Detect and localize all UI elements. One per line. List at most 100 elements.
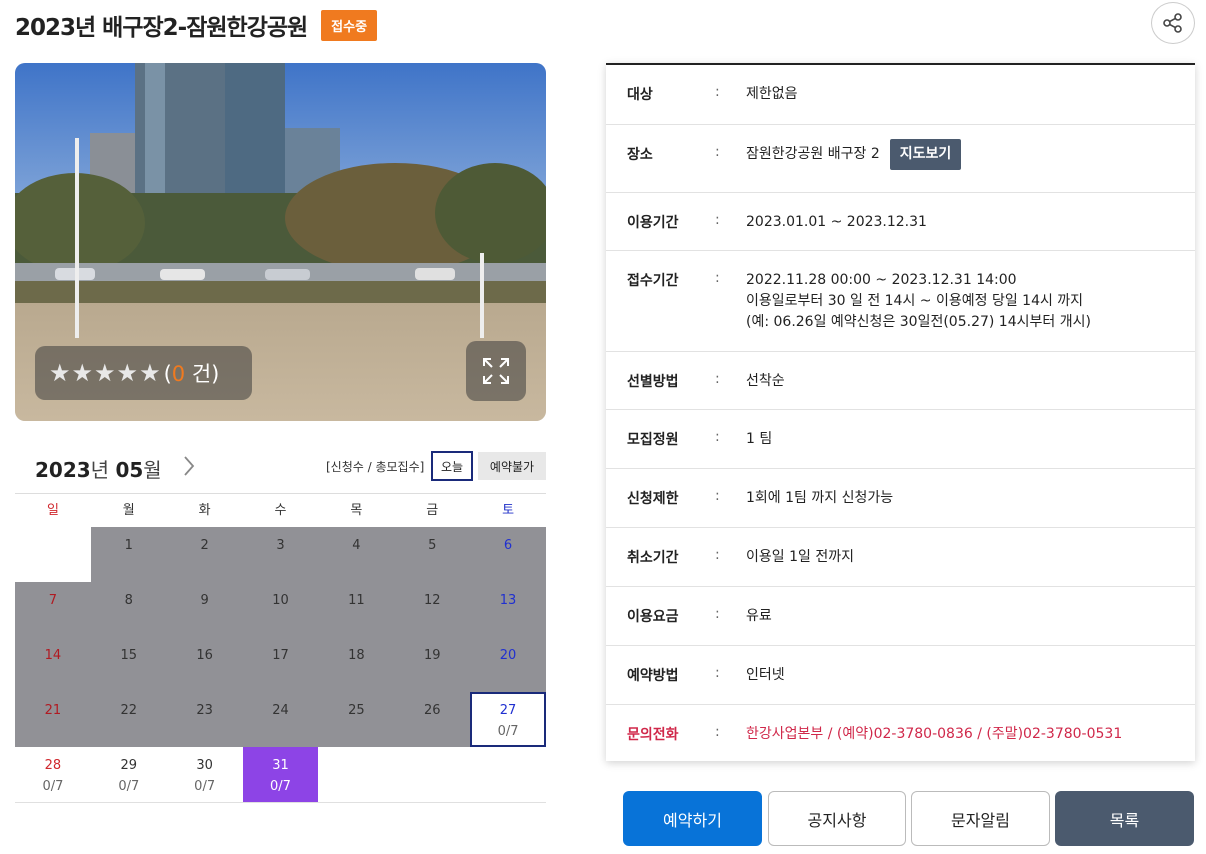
day-number: 10 xyxy=(272,593,289,608)
star-icon: ★ xyxy=(71,359,94,387)
info-value: 인터넷 xyxy=(746,665,785,686)
calendar-week: 7 8 9 10 11 12 13 xyxy=(15,582,546,637)
day-number: 26 xyxy=(423,703,441,718)
calendar-empty-cell xyxy=(15,527,91,582)
calendar-week: 14 15 16 17 18 19 20 xyxy=(15,637,546,692)
calendar-day: 23 xyxy=(166,692,243,747)
calendar-day: 16 xyxy=(166,637,243,692)
calendar-empty-cell xyxy=(318,747,394,802)
info-label: 신청제한 xyxy=(627,491,679,507)
day-number: 16 xyxy=(196,648,213,663)
info-value: 잠원한강공원 배구장 2 지도보기 xyxy=(746,139,962,170)
weekday-label: 목 xyxy=(350,503,363,518)
day-number: 20 xyxy=(499,648,517,663)
rating-count-suffix: 건) xyxy=(185,362,220,386)
day-number: 24 xyxy=(272,703,289,718)
calendar-year-unit: 년 xyxy=(90,458,110,482)
sms-alert-button[interactable]: 문자알림 xyxy=(911,791,1050,846)
info-value-line: 인터넷 xyxy=(746,667,785,683)
info-value: 이용일 1일 전까지 xyxy=(746,547,854,568)
notice-button[interactable]: 공지사항 xyxy=(768,791,906,846)
day-count: 0/7 xyxy=(497,724,519,739)
info-colon: : xyxy=(715,429,720,445)
weekday-label: 금 xyxy=(426,503,439,518)
day-number: 3 xyxy=(276,538,285,553)
info-row: 신청제한: 1회에 1팀 까지 신청가능 xyxy=(606,469,1195,528)
info-label: 취소기간 xyxy=(627,550,679,566)
day-number: 7 xyxy=(48,593,58,608)
reserve-button[interactable]: 예약하기 xyxy=(623,791,762,846)
rating-count-number: 0 xyxy=(171,362,186,386)
info-colon: : xyxy=(715,665,720,681)
calendar-day[interactable]: 29 0/7 xyxy=(91,747,167,802)
map-view-button[interactable]: 지도보기 xyxy=(889,139,962,170)
info-value-line: 잠원한강공원 배구장 2 xyxy=(746,146,880,162)
info-value-line: 1 팀 xyxy=(746,431,773,447)
day-number: 27 xyxy=(499,703,517,718)
info-colon: : xyxy=(715,724,720,740)
info-row: 예약방법: 인터넷 xyxy=(606,646,1195,705)
calendar-day: 2 xyxy=(166,527,243,582)
day-number: 28 xyxy=(44,758,62,773)
info-row: 선별방법: 선착순 xyxy=(606,352,1195,410)
calendar-month-unit: 월 xyxy=(143,458,162,482)
day-number: 18 xyxy=(348,648,365,663)
info-colon: : xyxy=(715,84,720,100)
weekday-label: 토 xyxy=(502,503,515,518)
weekday-label: 월 xyxy=(122,503,135,518)
info-colon: : xyxy=(715,547,720,563)
day-number: 17 xyxy=(272,648,289,663)
calendar-day: 11 xyxy=(318,582,395,637)
day-number: 31 xyxy=(272,758,289,773)
calendar-empty-cell xyxy=(394,747,470,802)
calendar-day: 20 xyxy=(470,637,546,692)
expand-button[interactable] xyxy=(466,341,526,401)
calendar-day: 17 xyxy=(242,637,319,692)
calendar-day[interactable]: 28 0/7 xyxy=(15,747,91,802)
day-count: 0/7 xyxy=(42,779,64,794)
share-button[interactable] xyxy=(1151,2,1195,44)
page-title: 2023년 배구장2-잠원한강공원 xyxy=(15,15,308,41)
weekday-label: 일 xyxy=(46,503,59,518)
info-label: 모집정원 xyxy=(627,432,679,448)
info-value: 1 팀 xyxy=(746,429,772,450)
next-month-button[interactable] xyxy=(178,453,200,479)
info-value: 제한없음 xyxy=(746,84,798,105)
calendar-day: 9 xyxy=(166,582,243,637)
info-colon: : xyxy=(715,212,720,228)
day-number: 23 xyxy=(196,703,213,718)
info-row: 이용기간: 2023.01.01 ~ 2023.12.31 xyxy=(606,193,1195,251)
calendar-day[interactable]: 27 0/7 xyxy=(470,692,546,747)
list-button[interactable]: 목록 xyxy=(1055,791,1194,846)
calendar-day: 7 xyxy=(15,582,91,637)
calendar-day: 14 xyxy=(15,637,91,692)
day-number: 8 xyxy=(124,593,133,608)
day-number: 11 xyxy=(348,593,365,608)
calendar-day[interactable]: 31 0/7 xyxy=(242,747,319,802)
day-number: 15 xyxy=(120,648,138,663)
info-label: 예약방법 xyxy=(627,668,679,684)
calendar-day: 13 xyxy=(470,582,546,637)
calendar-day: 5 xyxy=(394,527,471,582)
info-label: 선별방법 xyxy=(627,374,679,390)
calendar-day: 4 xyxy=(318,527,395,582)
info-colon: : xyxy=(715,371,720,387)
rating-count-prefix: ( xyxy=(163,362,172,386)
info-value-line: 1회에 1팀 까지 신청가능 xyxy=(746,490,894,506)
calendar-day: 21 xyxy=(15,692,91,747)
info-row: 문의전화: 한강사업본부 / (예약)02-3780-0836 / (주말)02-… xyxy=(606,705,1195,763)
info-value-line: 선착순 xyxy=(746,373,785,389)
calendar-day: 10 xyxy=(242,582,319,637)
info-value-line: (예: 06.26일 예약신청은 30일전(05.27) 14시부터 개시) xyxy=(746,314,1091,330)
calendar-month: 2023년 05월 xyxy=(35,454,162,483)
star-icon: ★ xyxy=(94,359,116,387)
day-number: 9 xyxy=(200,593,209,608)
info-row: 이용요금: 유료 xyxy=(606,587,1195,646)
info-label: 이용기간 xyxy=(627,215,679,231)
day-number: 5 xyxy=(428,538,437,553)
calendar-header: 2023년 05월 [신청수 / 총모집수] 오늘 예약불가 xyxy=(15,446,546,486)
legend-today: 오늘 xyxy=(431,451,473,481)
calendar-day[interactable]: 30 0/7 xyxy=(167,747,243,802)
info-row: 접수기간: 2022.11.28 00:00 ~ 2023.12.31 14:00… xyxy=(606,251,1195,352)
info-value: 선착순 xyxy=(746,371,785,392)
